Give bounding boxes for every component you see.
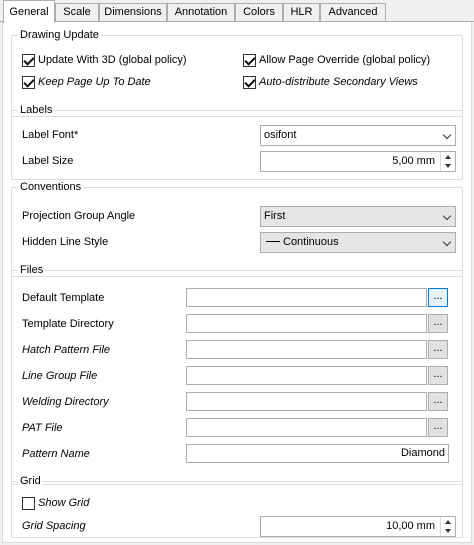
tab-annotation[interactable]: Annotation bbox=[167, 3, 235, 22]
default-template-input[interactable] bbox=[186, 288, 427, 307]
projection-group-angle-value: First bbox=[264, 210, 286, 222]
grid-spacing-spinbox[interactable]: 10,00 mm bbox=[260, 516, 456, 537]
drawing-update-title: Drawing Update bbox=[18, 29, 101, 41]
hatch-pattern-file-label: Hatch Pattern File bbox=[22, 344, 111, 356]
labels-title: Labels bbox=[18, 104, 55, 116]
pattern-name-value: Diamond bbox=[400, 447, 445, 459]
keep-page-up-to-date-label: Keep Page Up To Date bbox=[38, 76, 151, 88]
chevron-down-icon bbox=[442, 237, 452, 247]
hidden-line-style-combo[interactable]: Continuous bbox=[260, 232, 456, 253]
default-template-label: Default Template bbox=[22, 292, 105, 304]
spin-down-icon[interactable] bbox=[445, 164, 451, 168]
auto-distribute-label: Auto-distribute Secondary Views bbox=[259, 76, 418, 88]
pat-file-browse-button[interactable]: ... bbox=[428, 418, 448, 437]
template-directory-label: Template Directory bbox=[22, 318, 114, 330]
spin-up-icon[interactable] bbox=[445, 520, 451, 524]
show-grid-checkbox[interactable] bbox=[22, 497, 35, 510]
label-size-label: Label Size bbox=[22, 155, 74, 167]
line-group-file-browse-button[interactable]: ... bbox=[428, 366, 448, 385]
files-group: Files Default Template ... Template Dire… bbox=[11, 264, 463, 485]
spin-buttons[interactable] bbox=[440, 517, 455, 536]
tab-bar: General Scale Dimensions Annotation Colo… bbox=[0, 0, 474, 23]
keep-page-up-to-date-checkbox[interactable] bbox=[22, 76, 35, 89]
spin-up-icon[interactable] bbox=[445, 155, 451, 159]
grid-title: Grid bbox=[18, 475, 43, 487]
pat-file-label: PAT File bbox=[22, 422, 63, 434]
labels-group: Labels Label Font* osifont Label Size 5,… bbox=[11, 104, 463, 180]
tab-general[interactable]: General bbox=[3, 0, 55, 23]
welding-directory-browse-button[interactable]: ... bbox=[428, 392, 448, 411]
welding-directory-input[interactable] bbox=[186, 392, 427, 411]
line-group-file-label: Line Group File bbox=[22, 370, 98, 382]
show-grid-label: Show Grid bbox=[38, 497, 90, 509]
pat-file-input[interactable] bbox=[186, 418, 427, 437]
hatch-pattern-file-input[interactable] bbox=[186, 340, 427, 359]
tab-dimensions[interactable]: Dimensions bbox=[99, 3, 167, 22]
hatch-pattern-file-browse-button[interactable]: ... bbox=[428, 340, 448, 359]
default-template-browse-button[interactable]: ... bbox=[428, 288, 448, 307]
welding-directory-label: Welding Directory bbox=[22, 396, 109, 408]
spin-buttons[interactable] bbox=[440, 152, 455, 171]
update-with-3d-label: Update With 3D (global policy) bbox=[38, 54, 187, 66]
update-with-3d-checkbox[interactable] bbox=[22, 54, 35, 67]
grid-spacing-value: 10,00 mm bbox=[386, 520, 435, 532]
label-font-label: Label Font* bbox=[22, 129, 79, 141]
chevron-down-icon bbox=[442, 130, 452, 140]
template-directory-input[interactable] bbox=[186, 314, 427, 333]
tab-colors[interactable]: Colors bbox=[235, 3, 283, 22]
allow-page-override-label: Allow Page Override (global policy) bbox=[259, 54, 431, 66]
files-title: Files bbox=[18, 264, 46, 276]
label-size-spinbox[interactable]: 5,00 mm bbox=[260, 151, 456, 172]
conventions-title: Conventions bbox=[18, 181, 84, 193]
line-style-icon bbox=[266, 240, 280, 242]
projection-group-angle-label: Projection Group Angle bbox=[22, 210, 136, 222]
grid-group: Grid Show Grid Grid Spacing 10,00 mm bbox=[11, 475, 463, 538]
line-group-file-input[interactable] bbox=[186, 366, 427, 385]
general-tab-panel: Drawing Update Update With 3D (global po… bbox=[2, 22, 472, 543]
hidden-line-style-value: Continuous bbox=[283, 236, 339, 248]
label-font-value: osifont bbox=[264, 129, 297, 141]
spin-down-icon[interactable] bbox=[445, 529, 451, 533]
grid-spacing-label: Grid Spacing bbox=[22, 520, 86, 532]
projection-group-angle-combo[interactable]: First bbox=[260, 206, 456, 227]
allow-page-override-checkbox[interactable] bbox=[243, 54, 256, 67]
pattern-name-label: Pattern Name bbox=[22, 448, 90, 460]
tab-scale[interactable]: Scale bbox=[55, 3, 99, 22]
pattern-name-input[interactable]: Diamond bbox=[186, 444, 449, 463]
auto-distribute-checkbox[interactable] bbox=[243, 76, 256, 89]
tab-hlr[interactable]: HLR bbox=[283, 3, 320, 22]
conventions-group: Conventions Projection Group Angle First… bbox=[11, 181, 463, 277]
drawing-update-group: Drawing Update Update With 3D (global po… bbox=[11, 29, 463, 117]
label-font-combo[interactable]: osifont bbox=[260, 125, 456, 146]
template-directory-browse-button[interactable]: ... bbox=[428, 314, 448, 333]
hidden-line-style-label: Hidden Line Style bbox=[22, 236, 109, 248]
chevron-down-icon bbox=[442, 211, 452, 221]
tab-advanced[interactable]: Advanced bbox=[320, 3, 386, 22]
label-size-value: 5,00 mm bbox=[392, 155, 435, 167]
